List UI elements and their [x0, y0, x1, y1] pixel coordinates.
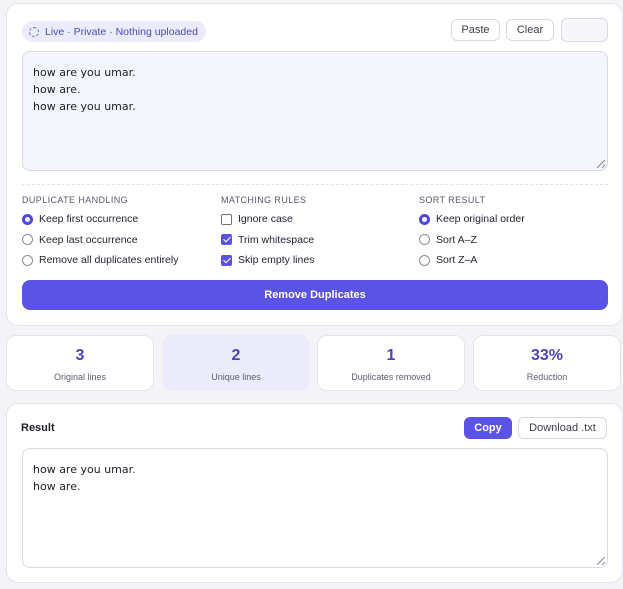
status-badge: Live · Private · Nothing uploaded: [22, 21, 206, 42]
stat-value: 1: [386, 347, 396, 364]
stat-value: 2: [231, 347, 241, 364]
option-label: Sort A–Z: [436, 233, 477, 246]
clear-button[interactable]: Clear: [506, 19, 554, 41]
checkbox-checked-icon[interactable]: [221, 254, 232, 266]
sort-result-group: SORT RESULT Keep original order Sort A–Z…: [419, 195, 525, 271]
stat-label: Unique lines: [211, 372, 261, 382]
option-label: Keep original order: [436, 213, 525, 226]
extra-toolbar-button[interactable]: [561, 18, 608, 42]
matching-rules-heading: MATCHING RULES: [221, 195, 307, 205]
radio-icon[interactable]: [419, 234, 430, 246]
result-card: Result Copy Download .txt how are you um…: [6, 403, 623, 583]
option-remove-all[interactable]: Remove all duplicates entirely: [22, 250, 178, 271]
option-label: Keep last occurrence: [39, 233, 138, 246]
checkbox-checked-icon[interactable]: [221, 234, 232, 246]
option-label: Skip empty lines: [238, 254, 315, 267]
stat-original-lines: 3 Original lines: [6, 335, 154, 391]
stat-reduction: 33% Reduction: [473, 335, 621, 391]
radio-icon[interactable]: [22, 234, 33, 246]
stat-unique-lines: 2 Unique lines: [162, 335, 310, 391]
copy-button[interactable]: Copy: [464, 417, 512, 439]
radio-icon[interactable]: [419, 254, 430, 266]
duplicate-handling-heading: DUPLICATE HANDLING: [22, 195, 129, 205]
input-card: Live · Private · Nothing uploaded Paste …: [6, 3, 623, 326]
sort-result-heading: SORT RESULT: [419, 195, 486, 205]
result-title: Result: [21, 422, 55, 434]
radio-icon[interactable]: [419, 213, 430, 225]
duplicate-handling-group: DUPLICATE HANDLING Keep first occurrence…: [22, 195, 178, 271]
paste-button[interactable]: Paste: [451, 19, 500, 41]
option-ignore-case[interactable]: Ignore case: [221, 209, 314, 230]
stat-value: 3: [75, 347, 85, 364]
matching-rules-group: MATCHING RULES Ignore case Trim whitespa…: [221, 195, 314, 271]
radio-icon[interactable]: [22, 213, 33, 225]
option-label: Keep first occurrence: [39, 213, 139, 226]
option-label: Trim whitespace: [238, 233, 315, 246]
download-txt-button[interactable]: Download .txt: [518, 417, 607, 439]
result-textarea[interactable]: how are you umar. how are.: [22, 448, 608, 568]
option-trim-whitespace[interactable]: Trim whitespace: [221, 230, 314, 251]
stat-duplicates-removed: 1 Duplicates removed: [317, 335, 465, 391]
stat-value: 33%: [530, 347, 564, 364]
stat-label: Original lines: [53, 372, 107, 382]
option-keep-order[interactable]: Keep original order: [419, 209, 525, 230]
option-sort-az[interactable]: Sort A–Z: [419, 230, 525, 251]
status-badge-label: Live · Private · Nothing uploaded: [45, 25, 198, 38]
input-textarea[interactable]: how are you umar. how are. how are you u…: [22, 51, 608, 171]
checkbox-icon[interactable]: [221, 213, 232, 225]
option-keep-last[interactable]: Keep last occurrence: [22, 230, 178, 251]
stat-label: Duplicates removed: [351, 372, 431, 382]
option-label: Remove all duplicates entirely: [39, 254, 179, 267]
radio-icon[interactable]: [22, 254, 33, 266]
option-label: Sort Z–A: [436, 254, 478, 267]
option-label: Ignore case: [238, 213, 293, 226]
option-skip-empty[interactable]: Skip empty lines: [221, 250, 314, 271]
options-divider: [22, 184, 608, 185]
remove-duplicates-button[interactable]: Remove Duplicates: [22, 280, 608, 310]
live-spinner-icon: [29, 26, 39, 37]
option-sort-za[interactable]: Sort Z–A: [419, 250, 525, 271]
option-keep-first[interactable]: Keep first occurrence: [22, 209, 178, 230]
stat-label: Reduction: [526, 372, 568, 382]
